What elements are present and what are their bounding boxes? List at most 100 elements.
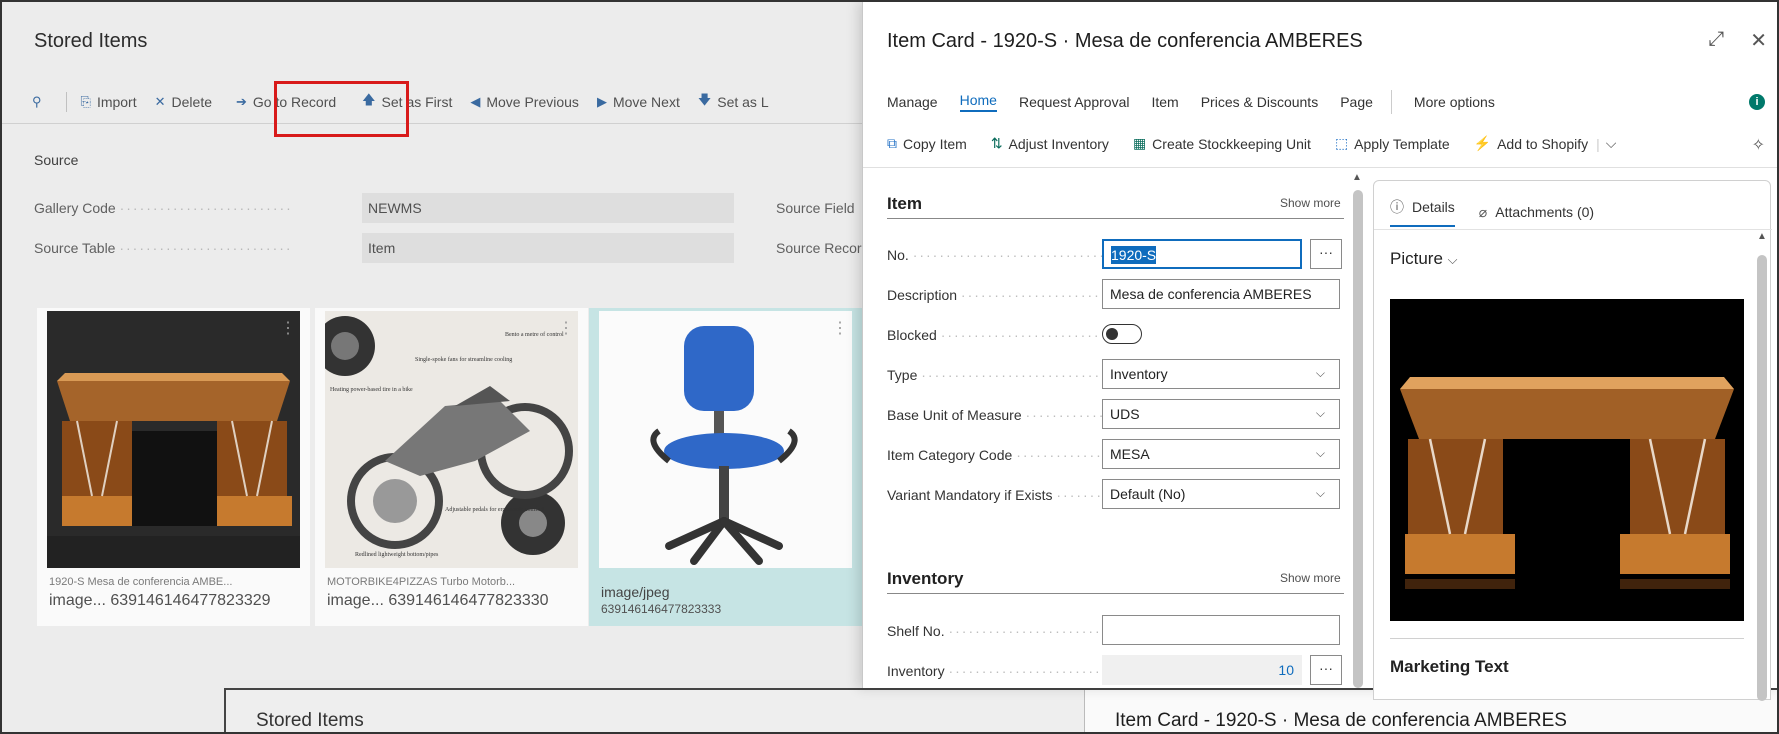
gallery-card[interactable]: ⋮ 1920-S Mesa de conferencia AMBE... ima… xyxy=(37,308,310,626)
base-unit-select[interactable]: UDS ⌵ xyxy=(1102,399,1340,429)
field-item-category: Item Category Code ·····················… xyxy=(887,439,1347,471)
callout: Bento a metre of control xyxy=(505,331,564,338)
tab-details[interactable]: ⓘ Details xyxy=(1390,197,1455,227)
scrollbar-thumb[interactable] xyxy=(1757,255,1767,701)
adjust-inventory-button[interactable]: ⇅ Adjust Inventory xyxy=(991,135,1109,152)
description-input[interactable]: Mesa de conferencia AMBERES xyxy=(1102,279,1340,309)
field-blocked: Blocked ······························ xyxy=(887,319,1347,351)
gallery-code-field[interactable]: NEWMS xyxy=(362,193,734,223)
lookup-button[interactable]: ··· xyxy=(1310,655,1342,685)
field-label-text: Item Category Code xyxy=(887,447,1013,463)
lookup-button[interactable]: ··· xyxy=(1310,239,1342,269)
source-record-label: Source Recor xyxy=(776,240,862,256)
blocked-toggle[interactable] xyxy=(1102,324,1142,344)
copy-item-label: Copy Item xyxy=(903,135,967,152)
card-caption: 1920-S Mesa de conferencia AMBE... xyxy=(49,576,233,588)
paperclip-icon: ⌀ xyxy=(1478,203,1488,220)
field-label: Base Unit of Measure ···················… xyxy=(887,407,1102,423)
field-label-text: No. xyxy=(887,247,909,263)
adjust-icon: ⇅ xyxy=(990,135,1003,151)
source-table-label-text: Source Table xyxy=(34,240,116,256)
field-inventory: Inventory ······························… xyxy=(887,655,1347,687)
section-line xyxy=(887,593,1344,594)
scrollbar-thumb[interactable] xyxy=(1353,190,1363,688)
callout: Adjustable pedals for ergonomic comfort xyxy=(445,506,544,513)
field-label-text: Base Unit of Measure xyxy=(887,407,1022,423)
move-previous-button[interactable]: ◀ Move Previous xyxy=(470,94,579,110)
nested-panel-title: Item Card - 1920-S · Mesa de conferencia… xyxy=(1115,710,1567,731)
copy-icon: ⧉ xyxy=(887,135,897,151)
divider xyxy=(1390,638,1744,639)
create-stockkeeping-unit-button[interactable]: ▦ Create Stockkeeping Unit xyxy=(1133,135,1311,152)
field-label: Inventory ······························ xyxy=(887,663,1102,679)
source-heading: Source xyxy=(34,152,79,168)
expand-icon[interactable]: ⤢ xyxy=(1708,28,1724,53)
add-to-shopify-button[interactable]: ⚡ Add to Shopify | ⌵ xyxy=(1474,135,1617,152)
card-caption: image/jpeg xyxy=(601,584,670,600)
type-value: Inventory xyxy=(1110,366,1168,382)
scroll-up-icon[interactable]: ▲ xyxy=(1757,231,1767,242)
field-label: No. ······························ xyxy=(887,247,1102,263)
more-options-button[interactable]: More options xyxy=(1414,94,1495,110)
set-as-last-button[interactable]: 🡇 Set as L xyxy=(698,91,769,113)
factbox-scrollbar[interactable]: ▲ xyxy=(1756,231,1768,701)
tab-manage[interactable]: Manage xyxy=(887,94,938,110)
field-variant-mandatory: Variant Mandatory if Exists ············… xyxy=(887,479,1347,511)
shopify-icon: ⚡ xyxy=(1473,135,1492,151)
gallery-card[interactable]: Single-spoke fans for streamline cooling… xyxy=(315,308,588,626)
tab-page[interactable]: Page xyxy=(1340,94,1373,110)
delete-label: Delete xyxy=(171,93,212,110)
card-menu-icon[interactable]: ⋮ xyxy=(832,318,848,338)
chevron-down-icon[interactable]: ⌵ xyxy=(1606,135,1617,152)
card-meta: image... 639146146477823330 xyxy=(327,592,549,609)
delete-button[interactable]: ✕ Delete xyxy=(155,94,212,110)
callout: Heating power-based tire in a bike xyxy=(330,387,413,393)
factbox-tabs: ⓘ Details ⌀ Attachments (0) xyxy=(1390,197,1618,227)
variant-mandatory-select[interactable]: Default (No) ⌵ xyxy=(1102,479,1340,509)
add-to-shopify-label: Add to Shopify xyxy=(1497,135,1589,152)
source-table-field[interactable]: Item xyxy=(362,233,734,263)
gallery-card-selected[interactable]: ⋮ image/jpeg 639146146477823333 xyxy=(589,308,862,626)
picture-heading[interactable]: Picture ⌵ xyxy=(1390,249,1458,269)
inventory-show-more[interactable]: Show more xyxy=(1280,571,1341,585)
field-shelf-no: Shelf No. ······························ xyxy=(887,615,1347,647)
type-select[interactable]: Inventory ⌵ xyxy=(1102,359,1340,389)
inventory-section-title: Inventory xyxy=(887,569,964,588)
item-category-select[interactable]: MESA ⌵ xyxy=(1102,439,1340,469)
inventory-value[interactable]: 10 xyxy=(1102,655,1302,685)
tab-prices-discounts[interactable]: Prices & Discounts xyxy=(1201,94,1318,110)
factbox: ⓘ Details ⌀ Attachments (0) Picture ⌵ Ma… xyxy=(1373,180,1772,701)
card-menu-icon[interactable]: ⋮ xyxy=(280,318,296,338)
field-label: Shelf No. ······························ xyxy=(887,623,1102,639)
no-input[interactable]: 1920-S xyxy=(1102,239,1302,269)
card-caption: MOTORBIKE4PIZZAS Turbo Motorb... xyxy=(327,576,516,588)
desk-thumbnail xyxy=(47,311,300,568)
highlight-box xyxy=(274,81,409,137)
tab-home[interactable]: Home xyxy=(959,92,997,112)
search-icon: ⚲ xyxy=(32,93,42,109)
move-next-button[interactable]: ▶ Move Next xyxy=(597,94,680,110)
info-circle-icon: ⓘ xyxy=(1390,199,1404,215)
panel-tabs: Manage Home Request Approval Item Prices… xyxy=(887,90,1517,114)
scrollbar[interactable]: ▲ xyxy=(1352,172,1364,688)
item-show-more[interactable]: Show more xyxy=(1280,196,1341,210)
create-stockkeeping-label: Create Stockkeeping Unit xyxy=(1152,135,1311,152)
close-icon[interactable]: ✕ xyxy=(1750,28,1767,53)
move-previous-label: Move Previous xyxy=(486,93,579,110)
info-icon[interactable]: i xyxy=(1749,94,1765,110)
copy-item-button[interactable]: ⧉ Copy Item xyxy=(887,135,967,152)
tab-attachments[interactable]: ⌀ Attachments (0) xyxy=(1479,197,1594,227)
field-label: Type ······························ xyxy=(887,367,1102,383)
card-menu-icon[interactable]: ⋮ xyxy=(558,318,574,338)
item-picture xyxy=(1390,299,1744,621)
tab-item[interactable]: Item xyxy=(1151,94,1178,110)
pin-icon[interactable]: ✧ xyxy=(1752,135,1765,155)
search-button[interactable]: ⚲ xyxy=(32,94,48,110)
import-button[interactable]: ⎘ Import xyxy=(81,94,137,110)
tab-request-approval[interactable]: Request Approval xyxy=(1019,94,1130,110)
apply-template-button[interactable]: ⬚ Apply Template xyxy=(1335,135,1450,152)
shelf-no-input[interactable] xyxy=(1102,615,1340,645)
panel-title: Item Card - 1920-S · Mesa de conferencia… xyxy=(887,30,1363,52)
scroll-up-icon[interactable]: ▲ xyxy=(1352,172,1362,183)
import-icon: ⎘ xyxy=(80,93,91,109)
